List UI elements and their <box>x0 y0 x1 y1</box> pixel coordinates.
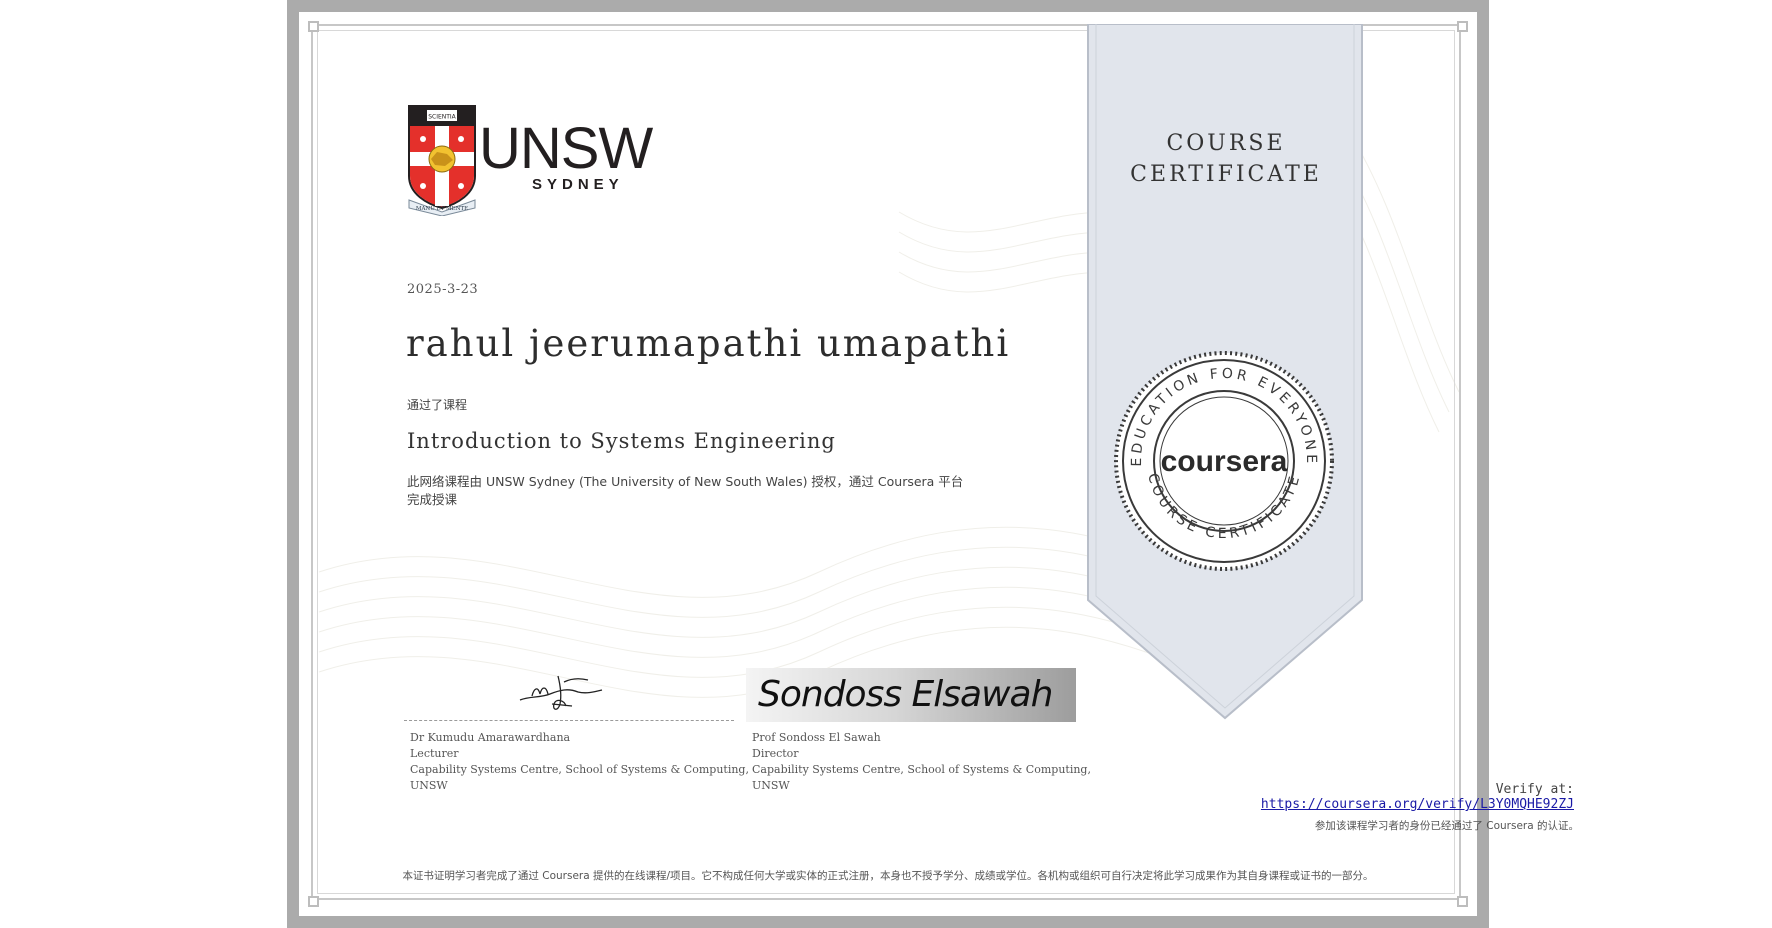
corner-ornament-top-left <box>308 21 319 32</box>
unsw-crest-logo: SCIENTIA MANU ET MENTE <box>408 105 476 216</box>
verify-note: 参加该课程学习者的身份已经通过了 Coursera 的认证。 <box>1314 820 1579 832</box>
signatory-org-line2: UNSW <box>410 779 448 792</box>
signature-script-2: Sondoss Elsawah <box>758 674 1052 715</box>
issue-date: 2025-3-23 <box>407 282 479 297</box>
signatory-org-line2: UNSW <box>752 779 790 792</box>
crest-book-text: SCIENTIA <box>428 114 456 121</box>
completed-label: 通过了课程 <box>407 398 468 412</box>
signatory-block-1: Dr Kumudu Amarawardhana Lecturer Capabil… <box>410 730 749 794</box>
verify-link[interactable]: https://coursera.org/verify/L3Y0MQHE92ZJ <box>1124 797 1574 812</box>
ribbon-title: COURSE CERTIFICATE <box>1098 128 1354 190</box>
certificate-frame: SCIENTIA MANU ET MENTE UNSW SYDNEY 2025-… <box>287 0 1579 928</box>
signature-image-1 <box>519 675 603 710</box>
verify-label: Verify at: <box>1495 782 1574 797</box>
coursera-seal: EDUCATION FOR EVERYONE COURSE CERTIFICAT… <box>1114 351 1334 571</box>
certificate-paper: SCIENTIA MANU ET MENTE UNSW SYDNEY 2025-… <box>299 12 1579 916</box>
signatory-role: Director <box>752 747 799 760</box>
signature-line-1 <box>404 720 734 721</box>
certificate-disclaimer: 本证书证明学习者完成了通过 Coursera 提供的在线课程/项目。它不构成任何… <box>402 870 1374 882</box>
signatory-role: Lecturer <box>410 747 459 760</box>
course-title: Introduction to Systems Engineering <box>407 429 836 453</box>
signatory-org: Capability Systems Centre, School of Sys… <box>410 763 749 776</box>
recipient-name: rahul jeerumapathi umapathi <box>406 322 1011 365</box>
signatory-name: Dr Kumudu Amarawardhana <box>410 731 571 744</box>
unsw-wordmark: UNSW <box>479 116 653 181</box>
course-description: 此网络课程由 UNSW Sydney (The University of Ne… <box>407 474 964 507</box>
coursera-wordmark: coursera <box>1161 445 1288 478</box>
corner-ornament-top-right <box>1457 21 1468 32</box>
unsw-subtitle: SYDNEY <box>532 176 624 193</box>
signature-image-2: Sondoss Elsawah <box>746 668 1076 722</box>
signatory-block-2: Prof Sondoss El Sawah Director Capabilit… <box>752 730 1091 794</box>
crest-motto: MANU ET MENTE <box>416 206 468 212</box>
signatory-name: Prof Sondoss El Sawah <box>752 731 881 744</box>
signatory-org: Capability Systems Centre, School of Sys… <box>752 763 1091 776</box>
ribbon-title-line1: COURSE <box>1166 131 1286 156</box>
corner-ornament-bottom-right <box>1457 896 1468 907</box>
corner-ornament-bottom-left <box>308 896 319 907</box>
ribbon-title-line2: CERTIFICATE <box>1130 162 1322 187</box>
